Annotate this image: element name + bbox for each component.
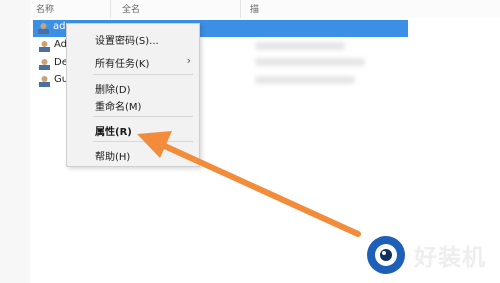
blurred-description [255,42,345,50]
user-icon [39,41,50,52]
column-divider[interactable] [240,0,241,18]
blurred-description [255,58,365,66]
watermark-logo: 好装机 [358,228,500,283]
menu-item-all-tasks[interactable]: 所有任务(K) › [67,51,199,71]
menu-separator [93,116,193,117]
column-header-name[interactable]: 名称 [36,2,54,15]
context-menu: 设置密码(S)... 所有任务(K) › 删除(D) 重命名(M) 属性(R) … [66,23,200,167]
menu-item-properties[interactable]: 属性(R) [67,119,199,139]
user-icon [39,59,50,70]
submenu-arrow-icon: › [186,54,191,67]
user-icon [38,23,49,34]
menu-item-help[interactable]: 帮助(H) [67,144,199,164]
eye-logo-icon [364,233,408,277]
menu-item-rename[interactable]: 重命名(M) [67,94,199,114]
column-divider[interactable] [110,0,111,18]
navigation-gutter [0,0,30,283]
user-icon [39,76,50,87]
menu-separator [93,74,193,75]
column-header-fullname[interactable]: 全名 [122,2,140,15]
watermark-text: 好装机 [414,245,486,271]
menu-item-set-password[interactable]: 设置密码(S)... [67,28,199,48]
menu-separator [93,141,193,142]
blurred-description [255,76,355,84]
column-header-description[interactable]: 描 [250,2,259,15]
list-header: 名称 全名 描 [30,0,500,18]
